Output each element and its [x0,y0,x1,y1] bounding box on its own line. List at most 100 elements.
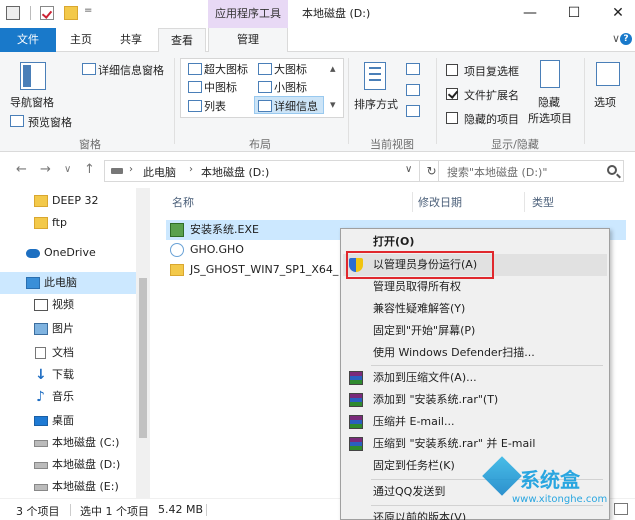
tab-share[interactable]: 共享 [106,28,156,52]
context-tab-group-label: 应用程序工具 [208,0,288,28]
folder-icon [34,195,48,207]
nav-item-onedrive[interactable]: OneDrive [0,242,140,264]
nav-item-documents[interactable]: 文档 [0,342,140,364]
menu-item-add-to-rar[interactable]: 添加到 "安装系统.rar"(T) [343,389,607,411]
breadcrumb-chevron-icon[interactable]: › [129,164,133,175]
details-pane-button[interactable]: 详细信息窗格 [98,62,164,78]
maximize-button[interactable]: ☐ [552,0,596,28]
up-button[interactable]: ↑ [84,162,95,177]
back-button[interactable]: ← [16,162,27,177]
size-columns-icon[interactable] [406,105,420,117]
column-header-name[interactable]: 名称 [172,194,194,210]
search-input[interactable]: 搜索"本地磁盘 (D:)" [438,160,624,182]
item-checkboxes-label: 项目复选框 [464,65,519,78]
menu-item-pin-start[interactable]: 固定到"开始"屏幕(P) [343,320,607,342]
column-separator[interactable] [524,192,525,212]
address-bar[interactable]: › 此电脑 › 本地磁盘 (D:) ∨ [104,160,420,182]
preview-pane-button[interactable]: 预览窗格 [28,114,72,130]
nav-item-music[interactable]: 音乐 [0,386,140,408]
column-header-type[interactable]: 类型 [532,194,554,210]
menu-item-add-archive[interactable]: 添加到压缩文件(A)... [343,367,607,389]
address-dropdown-icon[interactable]: ∨ [405,164,412,175]
nav-item-drive-d[interactable]: 本地磁盘 (D:) [0,454,140,476]
nav-item-downloads[interactable]: 下载 [0,364,140,386]
tab-home[interactable]: 主页 [58,28,104,52]
minimize-button[interactable]: — [508,0,552,28]
group-by-icon[interactable] [406,63,420,75]
menu-item-label: 使用 Windows Defender扫描... [373,346,535,359]
layout-scroll-up-icon[interactable]: ▴ [330,62,336,75]
small-icons-option[interactable]: 小图标 [274,79,307,95]
tab-file[interactable]: 文件 [0,28,56,52]
menu-item-label: 压缩并 E-mail... [373,415,455,428]
preview-pane-icon [10,115,24,127]
large-icons-view-icon[interactable] [614,503,628,515]
nav-item-drive-e[interactable]: 本地磁盘 (E:) [0,476,140,498]
winrar-icon [349,415,363,429]
desktop-icon [34,416,48,426]
breadcrumb-this-pc[interactable]: 此电脑 [143,164,176,180]
window-menu-icon[interactable] [6,6,20,20]
nav-pane-scrollbar[interactable] [136,188,150,498]
nav-item-pictures[interactable]: 图片 [0,318,140,340]
list-option[interactable]: 列表 [204,98,226,114]
column-separator[interactable] [412,192,413,212]
nav-item-this-pc[interactable]: 此电脑 [0,272,140,294]
menu-item-restore-versions[interactable]: 还原以前的版本(V) [343,507,607,520]
menu-item-label: 打开(O) [373,235,415,248]
help-icon[interactable]: ? [620,33,632,45]
address-toolbar: ← → ∨ ↑ › 此电脑 › 本地磁盘 (D:) ∨ ↻ 搜索"本地磁盘 (D… [0,152,635,188]
nav-item-videos[interactable]: 视频 [0,294,140,316]
large-icons-option[interactable]: 大图标 [274,61,307,77]
medium-icons-option[interactable]: 中图标 [204,79,237,95]
column-header-date[interactable]: 修改日期 [418,194,462,210]
nav-item-label: 本地磁盘 (D:) [52,458,121,471]
nav-pane-button[interactable]: 导航窗格 [10,94,54,110]
item-checkboxes-checkbox[interactable] [446,64,458,76]
breadcrumb-drive-d[interactable]: 本地磁盘 (D:) [201,164,269,180]
new-folder-icon[interactable] [64,6,78,20]
menu-item-label: 还原以前的版本(V) [373,511,467,520]
close-button[interactable]: ✕ [596,0,635,28]
ribbon-collapse-icon[interactable]: ∨ [612,32,620,45]
nav-item-label: ftp [52,216,67,229]
tab-view[interactable]: 查看 [158,28,206,53]
menu-item-label: 兼容性疑难解答(Y) [373,302,466,315]
hide-selected-button-line1[interactable]: 隐藏 [538,94,560,110]
status-separator [70,504,71,516]
recent-locations-button[interactable]: ∨ [64,164,71,175]
nav-item-label: 下载 [52,368,74,381]
nav-item-drive-c[interactable]: 本地磁盘 (C:) [0,432,140,454]
search-placeholder: 搜索"本地磁盘 (D:)" [447,166,548,179]
add-columns-icon[interactable] [406,84,420,96]
details-option[interactable]: 详细信息 [274,98,318,114]
menu-item-open[interactable]: 打开(O) [343,231,607,253]
hidden-items-checkbox[interactable] [446,112,458,124]
properties-icon[interactable] [40,6,54,20]
file-extensions-checkbox[interactable] [446,88,458,100]
nav-item-desktop[interactable]: 桌面 [0,410,140,432]
layout-expand-icon[interactable]: ▾ [330,98,336,111]
quick-access-dropdown-icon[interactable]: = [84,5,92,16]
nav-item-label: 音乐 [52,390,74,403]
breadcrumb-chevron-icon[interactable]: › [189,164,193,175]
nav-item-deep32[interactable]: DEEP 32 [0,190,140,212]
options-button[interactable]: 选项 [594,94,616,110]
tab-manage[interactable]: 管理 [208,28,288,52]
forward-button[interactable]: → [40,162,51,177]
annotation-highlight-box [346,251,494,279]
menu-item-take-ownership[interactable]: 管理员取得所有权 [343,276,607,298]
details-icon [258,100,272,112]
navigation-pane: DEEP 32 ftp OneDrive 此电脑 视频 图片 文档 下载 音乐 … [0,188,150,498]
hide-selected-button-line2[interactable]: 所选项目 [528,110,572,126]
menu-item-compress-email[interactable]: 压缩并 E-mail... [343,411,607,433]
nav-item-ftp[interactable]: ftp [0,212,140,234]
extra-large-icons-option[interactable]: 超大图标 [204,61,248,77]
sort-by-button[interactable]: 排序方式 [354,96,398,112]
menu-item-troubleshoot[interactable]: 兼容性疑难解答(Y) [343,298,607,320]
menu-item-defender-scan[interactable]: 使用 Windows Defender扫描... [343,342,607,364]
selection-size: 5.42 MB [158,503,204,516]
scrollbar-thumb[interactable] [139,278,147,438]
menu-item-compress-rar-email[interactable]: 压缩到 "安装系统.rar" 并 E-mail [343,433,607,455]
medium-icons-icon [188,81,202,93]
